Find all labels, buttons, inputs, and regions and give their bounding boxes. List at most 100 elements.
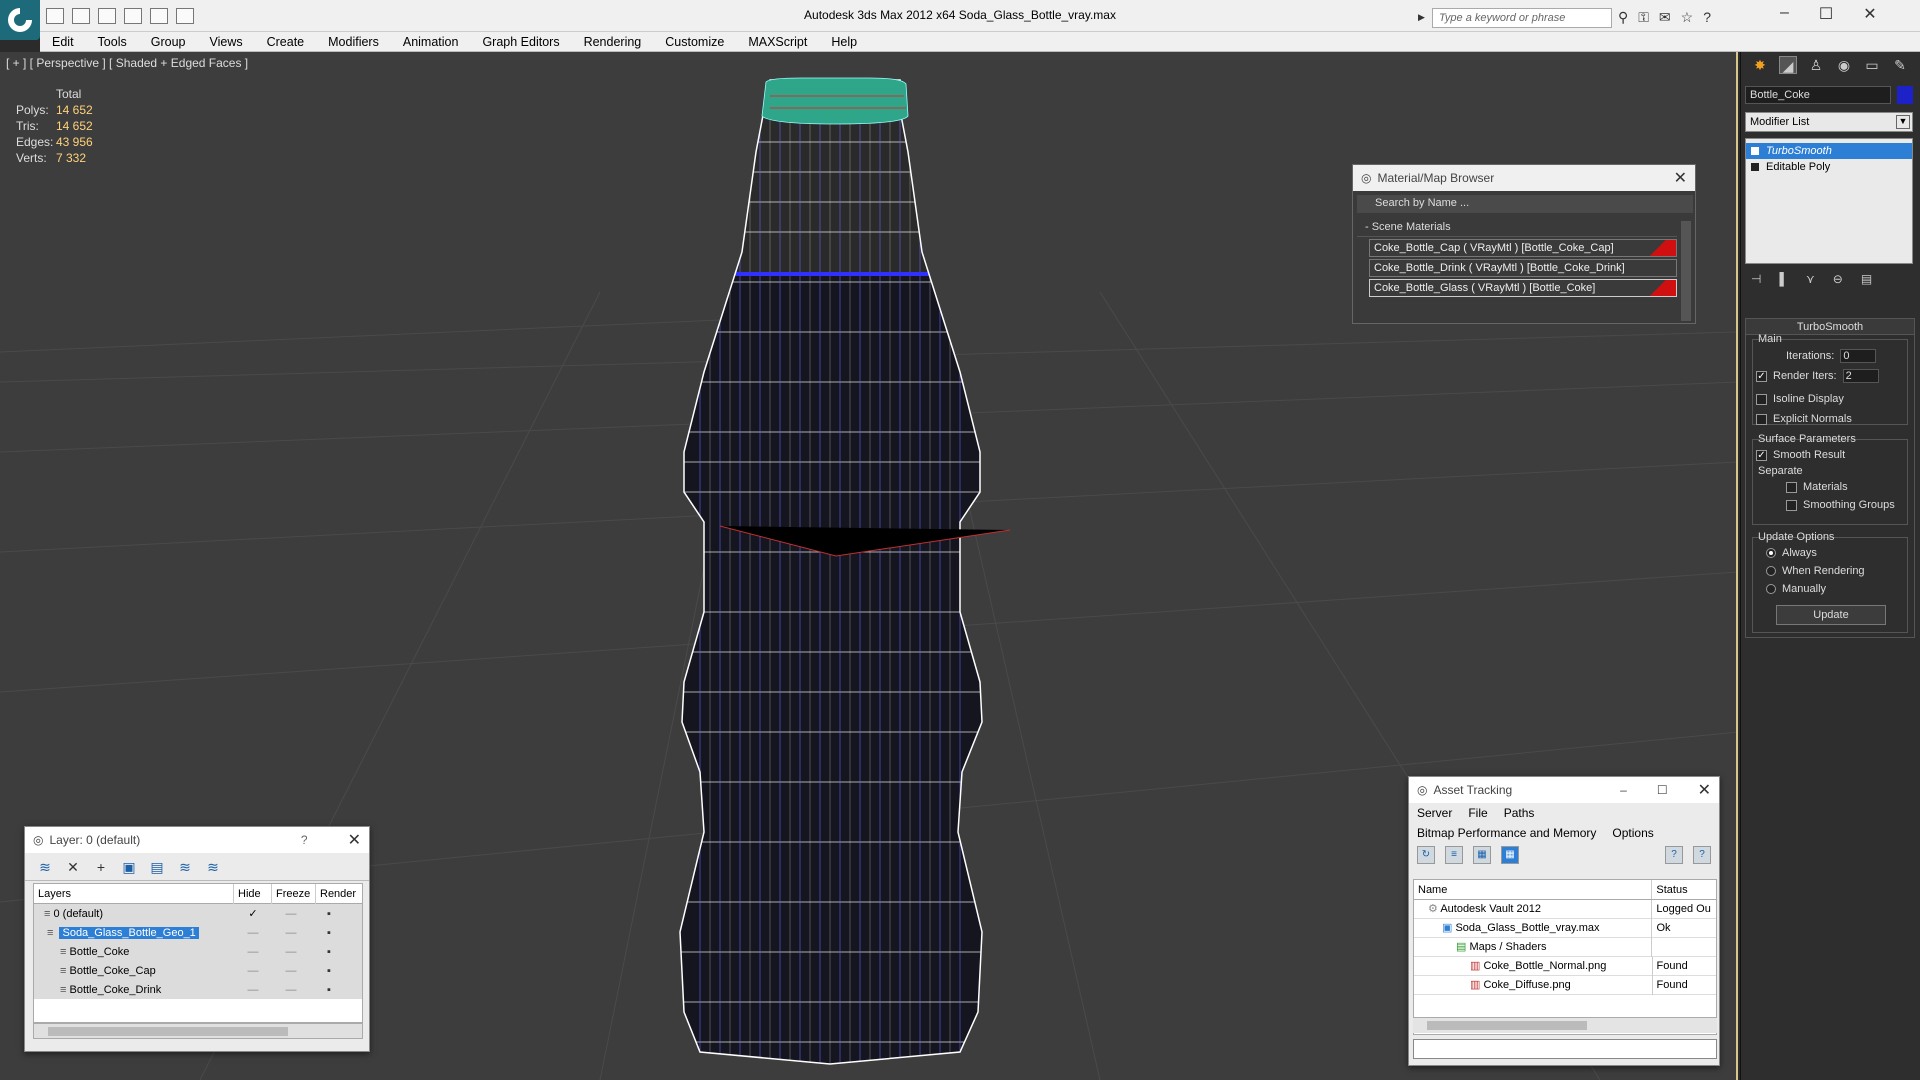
- modifier-list-dropdown[interactable]: Modifier List ▼: [1745, 112, 1913, 132]
- display-tab-icon[interactable]: ▭: [1863, 56, 1881, 74]
- asset-row[interactable]: ▥ Coke_Bottle_Normal.png Found: [1414, 956, 1716, 976]
- layer-name[interactable]: ≡ Bottle_Coke_Cap: [34, 965, 234, 977]
- layer-row[interactable]: ≡ 0 (default) ✓ — ▪: [34, 904, 362, 923]
- menu-item-help[interactable]: Help: [819, 35, 869, 49]
- show-end-result-icon[interactable]: ▌: [1779, 272, 1788, 286]
- create-tab-icon[interactable]: ✸: [1751, 56, 1769, 74]
- maximize-icon[interactable]: ☐: [1657, 783, 1668, 797]
- menu-item-customize[interactable]: Customize: [653, 35, 736, 49]
- hide-toggle-icon[interactable]: ✓: [234, 907, 272, 920]
- material-browser-titlebar[interactable]: ◎ Material/Map Browser ✕: [1353, 165, 1695, 191]
- freeze-toggle-icon[interactable]: —: [272, 965, 310, 977]
- add-to-layer-icon[interactable]: +: [93, 859, 109, 875]
- close-icon[interactable]: ✕: [1674, 168, 1687, 188]
- asset-path-field[interactable]: [1413, 1039, 1717, 1059]
- app-logo-icon[interactable]: [0, 0, 40, 40]
- material-item[interactable]: Coke_Bottle_Glass ( VRayMtl ) [Bottle_Co…: [1369, 279, 1677, 297]
- render-iters-checkbox[interactable]: ✓: [1756, 370, 1767, 382]
- list-view-icon[interactable]: ≡: [1445, 846, 1463, 864]
- create-layer-icon[interactable]: ≋: [37, 859, 53, 875]
- asset-menu-bitmap-performance-and-memory[interactable]: Bitmap Performance and Memory: [1417, 826, 1596, 840]
- when-rendering-radio[interactable]: [1766, 566, 1776, 576]
- object-color-swatch[interactable]: [1897, 86, 1913, 104]
- asset-row[interactable]: ⚙ Autodesk Vault 2012 Logged Ou: [1414, 899, 1716, 919]
- material-search-input[interactable]: Search by Name ...: [1357, 195, 1693, 213]
- viewport-label[interactable]: [ + ] [ Perspective ] [ Shaded + Edged F…: [6, 56, 248, 70]
- freeze-toggle-icon[interactable]: —: [272, 984, 310, 996]
- close-icon[interactable]: ✕: [1863, 4, 1876, 24]
- table-view-icon[interactable]: ▦: [1501, 846, 1519, 864]
- scroll-thumb[interactable]: [1427, 1021, 1587, 1030]
- object-name-field[interactable]: Bottle_Coke: [1745, 86, 1891, 104]
- help-icon[interactable]: ?: [1703, 9, 1711, 26]
- asset-row[interactable]: ▣ Soda_Glass_Bottle_vray.max Ok: [1414, 918, 1716, 938]
- favorites-star-icon[interactable]: ☆: [1681, 9, 1694, 26]
- col-layers[interactable]: Layers: [34, 883, 234, 904]
- update-button[interactable]: Update: [1776, 605, 1886, 625]
- render-toggle-icon[interactable]: ▪: [310, 946, 348, 958]
- explicit-normals-checkbox[interactable]: [1756, 413, 1767, 425]
- scroll-thumb[interactable]: [48, 1027, 288, 1036]
- render-iters-spinner[interactable]: 2: [1842, 369, 1879, 383]
- hide-toggle-icon[interactable]: —: [234, 965, 272, 977]
- freeze-toggle-icon[interactable]: —: [272, 946, 310, 958]
- hide-toggle-icon[interactable]: —: [234, 946, 272, 958]
- layer-row[interactable]: ≡ Bottle_Coke_Drink — — ▪: [34, 980, 362, 999]
- asset-row[interactable]: ▥ Coke_Diffuse.png Found: [1414, 975, 1716, 995]
- search-expand-icon[interactable]: ▶: [1418, 12, 1428, 24]
- hierarchy-tab-icon[interactable]: ♙: [1807, 56, 1825, 74]
- utilities-tab-icon[interactable]: ✎: [1891, 56, 1909, 74]
- materials-checkbox[interactable]: [1786, 481, 1797, 493]
- isoline-checkbox[interactable]: [1756, 393, 1767, 405]
- subscription-icon[interactable]: ⚿: [1638, 9, 1649, 26]
- smoothing-groups-checkbox[interactable]: [1786, 499, 1797, 511]
- layer-name[interactable]: ≡ Bottle_Coke_Drink: [34, 984, 234, 996]
- modify-tab-icon[interactable]: ◢: [1779, 56, 1797, 74]
- layer-name[interactable]: ≡ 0 (default): [34, 908, 234, 920]
- iterations-spinner[interactable]: 0: [1840, 349, 1877, 363]
- binoculars-icon[interactable]: ⚲: [1618, 9, 1628, 26]
- menu-item-create[interactable]: Create: [255, 35, 317, 49]
- layer-row[interactable]: ≡ Bottle_Coke_Cap — — ▪: [34, 961, 362, 980]
- layer-panel-titlebar[interactable]: ◎ Layer: 0 (default) ? ✕: [25, 827, 369, 853]
- asset-row[interactable]: ▤ Maps / Shaders: [1414, 937, 1716, 957]
- layer-name[interactable]: ≡ Soda_Glass_Bottle_Geo_1: [34, 926, 234, 939]
- layer-hscrollbar[interactable]: [33, 1023, 363, 1039]
- scene-materials-group[interactable]: - Scene Materials: [1357, 221, 1677, 237]
- asset-panel-titlebar[interactable]: ◎ Asset Tracking – ☐ ✕: [1409, 777, 1719, 803]
- stack-item-turbosmooth[interactable]: TurboSmooth: [1746, 143, 1912, 159]
- manually-radio[interactable]: [1766, 584, 1776, 594]
- help-icon[interactable]: ?: [1665, 846, 1683, 864]
- close-icon[interactable]: ✕: [348, 830, 361, 850]
- render-toggle-icon[interactable]: ▪: [310, 927, 348, 939]
- col-render[interactable]: Render: [316, 884, 362, 904]
- thumbnail-view-icon[interactable]: ▦: [1473, 846, 1491, 864]
- menu-item-views[interactable]: Views: [197, 35, 254, 49]
- layer-row[interactable]: ≡ Bottle_Coke — — ▪: [34, 942, 362, 961]
- menu-item-group[interactable]: Group: [139, 35, 198, 49]
- asset-menu-paths[interactable]: Paths: [1504, 806, 1535, 820]
- material-item[interactable]: Coke_Bottle_Drink ( VRayMtl ) [Bottle_Co…: [1369, 259, 1677, 277]
- highlight-layer-icon[interactable]: ▤: [149, 859, 165, 875]
- stack-item-editable-poly[interactable]: Editable Poly: [1746, 159, 1912, 175]
- minimize-icon[interactable]: –: [1620, 783, 1627, 797]
- minimize-icon[interactable]: –: [1780, 4, 1789, 24]
- col-status[interactable]: Status: [1652, 880, 1716, 899]
- make-unique-icon[interactable]: ⋎: [1806, 272, 1815, 286]
- menu-item-animation[interactable]: Animation: [391, 35, 471, 49]
- menu-item-maxscript[interactable]: MAXScript: [736, 35, 819, 49]
- pin-stack-icon[interactable]: ⊣: [1751, 272, 1761, 286]
- select-objects-icon[interactable]: ▣: [121, 859, 137, 875]
- render-toggle-icon[interactable]: ▪: [310, 965, 348, 977]
- hide-toggle-icon[interactable]: —: [234, 927, 272, 939]
- menu-item-modifiers[interactable]: Modifiers: [316, 35, 391, 49]
- remove-modifier-icon[interactable]: ⊖: [1833, 272, 1843, 286]
- material-item[interactable]: Coke_Bottle_Cap ( VRayMtl ) [Bottle_Coke…: [1369, 239, 1677, 257]
- menu-item-tools[interactable]: Tools: [86, 35, 139, 49]
- smooth-result-checkbox[interactable]: ✓: [1756, 449, 1767, 461]
- freeze-toggle-icon[interactable]: —: [272, 908, 310, 920]
- hide-toggle-icon[interactable]: —: [234, 984, 272, 996]
- menu-item-graph-editors[interactable]: Graph Editors: [470, 35, 571, 49]
- maximize-icon[interactable]: ☐: [1819, 4, 1833, 24]
- lightbulb-icon[interactable]: [1751, 147, 1759, 155]
